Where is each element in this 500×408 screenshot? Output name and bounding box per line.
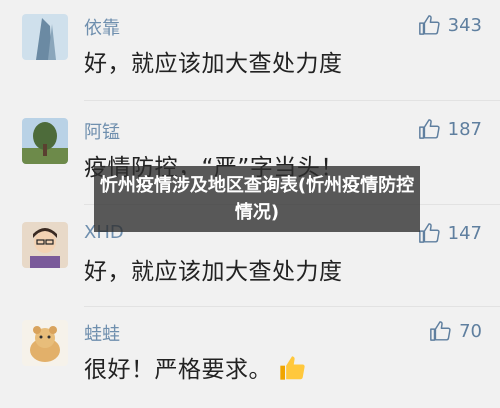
- user-name[interactable]: 依靠: [84, 14, 120, 40]
- comment-text: 好，就应该加大查处力度: [84, 51, 343, 77]
- article-title-overlay: 忻州疫情涉及地区查询表(忻州疫情防控情况): [94, 166, 420, 232]
- user-name[interactable]: 蛙蛙: [84, 320, 120, 346]
- comment-text: 好，就应该加大查处力度: [84, 259, 343, 285]
- comment-item: 依靠 343 好，就应该加大查处力度: [0, 0, 500, 102]
- thumbs-up-emoji-icon: [278, 354, 306, 388]
- thumbs-up-icon: [418, 119, 440, 139]
- thumbs-up-icon: [418, 15, 440, 35]
- like-button[interactable]: 70: [429, 320, 482, 342]
- like-count: 147: [447, 222, 482, 244]
- like-button[interactable]: 187: [418, 118, 482, 140]
- like-count: 187: [447, 118, 482, 140]
- user-avatar[interactable]: [22, 320, 68, 366]
- comment-text: 很好！严格要求。: [84, 350, 306, 388]
- comment-text-content: 很好！严格要求。: [84, 357, 272, 383]
- like-count: 343: [447, 14, 482, 36]
- like-count: 70: [459, 320, 482, 342]
- divider: [84, 100, 500, 101]
- user-avatar[interactable]: [22, 14, 68, 60]
- like-button[interactable]: 147: [418, 222, 482, 244]
- user-avatar[interactable]: [22, 118, 68, 164]
- user-avatar[interactable]: [22, 222, 68, 268]
- like-button[interactable]: 343: [418, 14, 482, 36]
- comment-item: 蛙蛙 70 很好！严格要求。: [0, 306, 500, 408]
- thumbs-up-icon: [430, 321, 451, 341]
- user-name[interactable]: 阿锰: [84, 118, 120, 144]
- thumbs-up-icon: [418, 223, 440, 243]
